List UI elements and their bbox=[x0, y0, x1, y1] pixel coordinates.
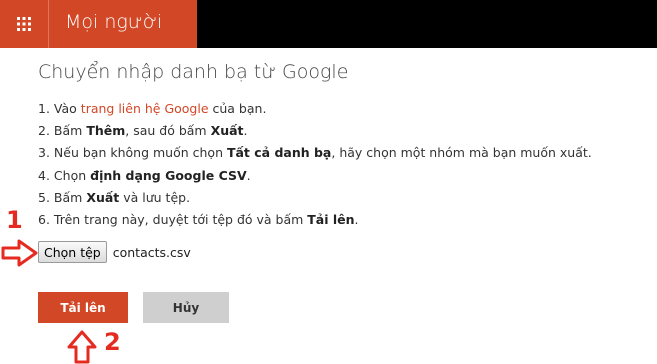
google-contacts-link[interactable]: trang liên hệ Google bbox=[81, 101, 209, 116]
instruction-step-6: 6. Trên trang này, duyệt tới tệp đó và b… bbox=[38, 212, 359, 228]
up-arrow-icon bbox=[67, 330, 97, 364]
instruction-step-5: 5. Bấm Xuất và lưu tệp. bbox=[38, 189, 191, 205]
right-arrow-icon bbox=[1, 239, 38, 267]
waffle-grid-icon bbox=[17, 17, 31, 31]
upload-button[interactable]: Tải lên bbox=[38, 292, 128, 323]
instruction-step-1: 1. Vào trang liên hệ Google của bạn. bbox=[38, 101, 267, 116]
app-title-tile[interactable]: Mọi người bbox=[48, 0, 197, 48]
instruction-step-3: 3. Nếu bạn không muốn chọn Tất cả danh b… bbox=[38, 145, 592, 161]
app-title: Mọi người bbox=[65, 11, 163, 33]
instruction-list: 1. Vào trang liên hệ Google của bạn. 2. … bbox=[38, 98, 592, 231]
page-title: Chuyển nhập danh bạ từ Google bbox=[38, 61, 349, 83]
selected-file-name: contacts.csv bbox=[112, 244, 191, 260]
app-launcher-button[interactable] bbox=[0, 0, 48, 48]
instruction-step-2: 2. Bấm Thêm, sau đó bấm Xuất. bbox=[38, 123, 248, 139]
instruction-step-4: 4. Chọn định dạng Google CSV. bbox=[38, 167, 251, 183]
annotation-number-2: 2 bbox=[104, 328, 121, 356]
cancel-button[interactable]: Hủy bbox=[143, 292, 229, 323]
annotation-number-1: 1 bbox=[6, 206, 23, 234]
choose-file-button[interactable]: Chọn tệp bbox=[38, 241, 107, 263]
file-picker: Chọn tệp contacts.csv bbox=[38, 240, 191, 264]
